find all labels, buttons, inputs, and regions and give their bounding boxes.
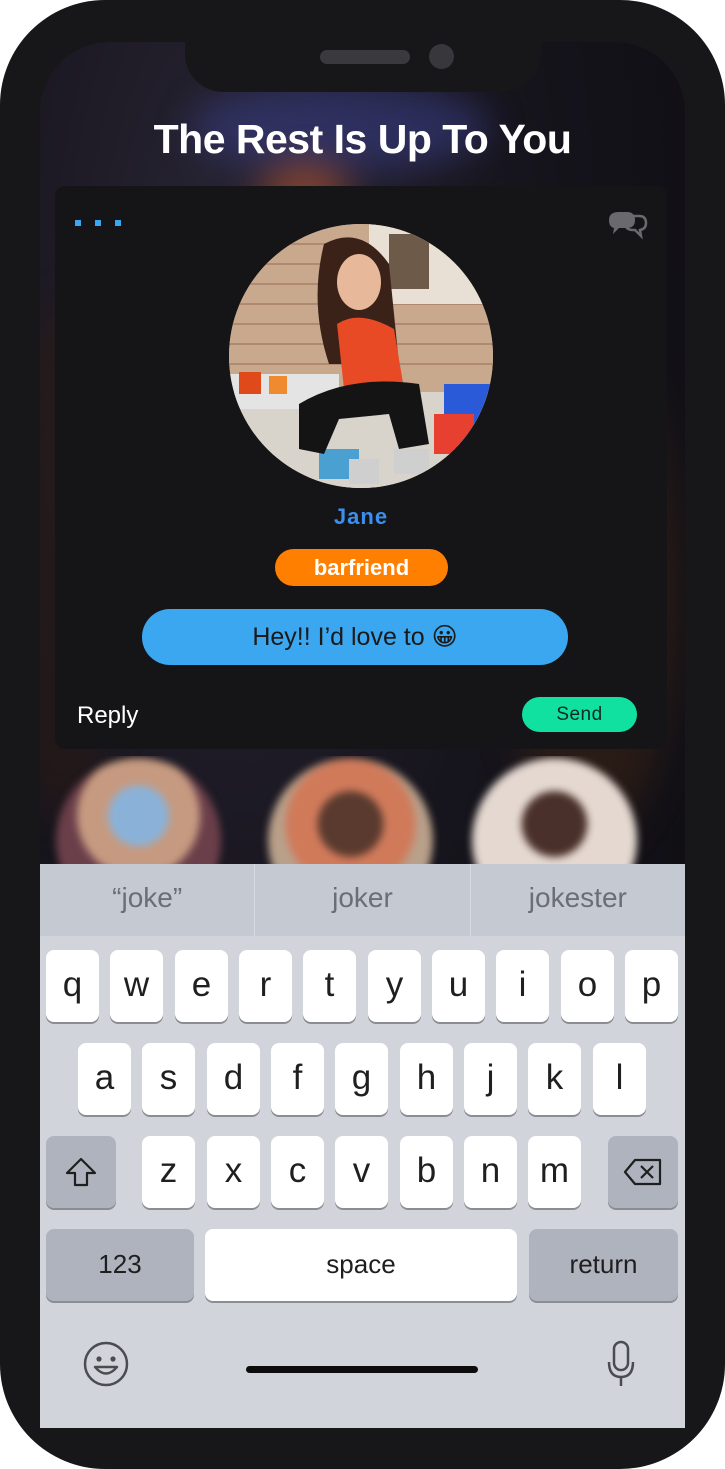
key-l[interactable]: l	[593, 1043, 646, 1115]
numbers-key[interactable]: 123	[46, 1229, 194, 1301]
key-h[interactable]: h	[400, 1043, 453, 1115]
profile-name: Jane	[333, 504, 389, 529]
front-camera	[429, 44, 454, 69]
return-key[interactable]: return	[529, 1229, 678, 1301]
key-s[interactable]: s	[142, 1043, 195, 1115]
key-t[interactable]: t	[303, 950, 356, 1022]
key-w[interactable]: w	[110, 950, 163, 1022]
key-n[interactable]: n	[464, 1136, 517, 1208]
key-a[interactable]: a	[78, 1043, 131, 1115]
message-bubble: Hey!! I’d love to 😀	[142, 609, 568, 665]
key-b[interactable]: b	[400, 1136, 453, 1208]
key-u[interactable]: u	[432, 950, 485, 1022]
profile-card: Jane barfriend Hey!! I’d love to 😀 Reply…	[55, 186, 667, 749]
avatar[interactable]	[472, 758, 637, 866]
key-i[interactable]: i	[496, 950, 549, 1022]
reply-input[interactable]: Reply	[77, 702, 138, 730]
more-options-icon[interactable]	[75, 214, 127, 234]
blurred-profiles-row	[40, 756, 685, 866]
speaker-grille	[320, 50, 410, 64]
key-j[interactable]: j	[464, 1043, 517, 1115]
key-q[interactable]: q	[46, 950, 99, 1022]
send-button[interactable]: Send	[522, 697, 637, 732]
space-key[interactable]: space	[205, 1229, 517, 1301]
delete-key[interactable]	[608, 1136, 678, 1208]
key-k[interactable]: k	[528, 1043, 581, 1115]
suggestion-bar: “joke” joker jokester	[40, 864, 685, 936]
backspace-icon	[623, 1158, 662, 1186]
suggestion-item[interactable]: joker	[255, 864, 469, 936]
key-x[interactable]: x	[207, 1136, 260, 1208]
avatar[interactable]	[56, 758, 221, 866]
on-screen-keyboard: “joke” joker jokester q w e r t y u i o …	[40, 864, 685, 1428]
device-notch	[185, 0, 541, 92]
page-title: The Rest Is Up To You	[153, 116, 572, 162]
suggestion-item[interactable]: jokester	[471, 864, 685, 936]
key-g[interactable]: g	[335, 1043, 388, 1115]
profile-photo-illustration	[229, 224, 493, 488]
shift-arrow-icon	[65, 1157, 97, 1187]
suggestion-item[interactable]: “joke”	[40, 864, 254, 936]
key-o[interactable]: o	[561, 950, 614, 1022]
key-f[interactable]: f	[271, 1043, 324, 1115]
home-indicator[interactable]	[246, 1366, 478, 1373]
key-d[interactable]: d	[207, 1043, 260, 1115]
emoji-icon[interactable]	[82, 1340, 130, 1388]
key-p[interactable]: p	[625, 950, 678, 1022]
microphone-icon[interactable]	[606, 1340, 636, 1388]
avatar[interactable]	[268, 758, 433, 866]
relationship-badge: barfriend	[275, 549, 448, 586]
key-e[interactable]: e	[175, 950, 228, 1022]
key-v[interactable]: v	[335, 1136, 388, 1208]
key-z[interactable]: z	[142, 1136, 195, 1208]
key-y[interactable]: y	[368, 950, 421, 1022]
key-c[interactable]: c	[271, 1136, 324, 1208]
key-m[interactable]: m	[528, 1136, 581, 1208]
key-r[interactable]: r	[239, 950, 292, 1022]
chat-bubbles-icon[interactable]	[605, 208, 649, 244]
profile-photo[interactable]	[229, 224, 493, 488]
shift-key[interactable]	[46, 1136, 116, 1208]
